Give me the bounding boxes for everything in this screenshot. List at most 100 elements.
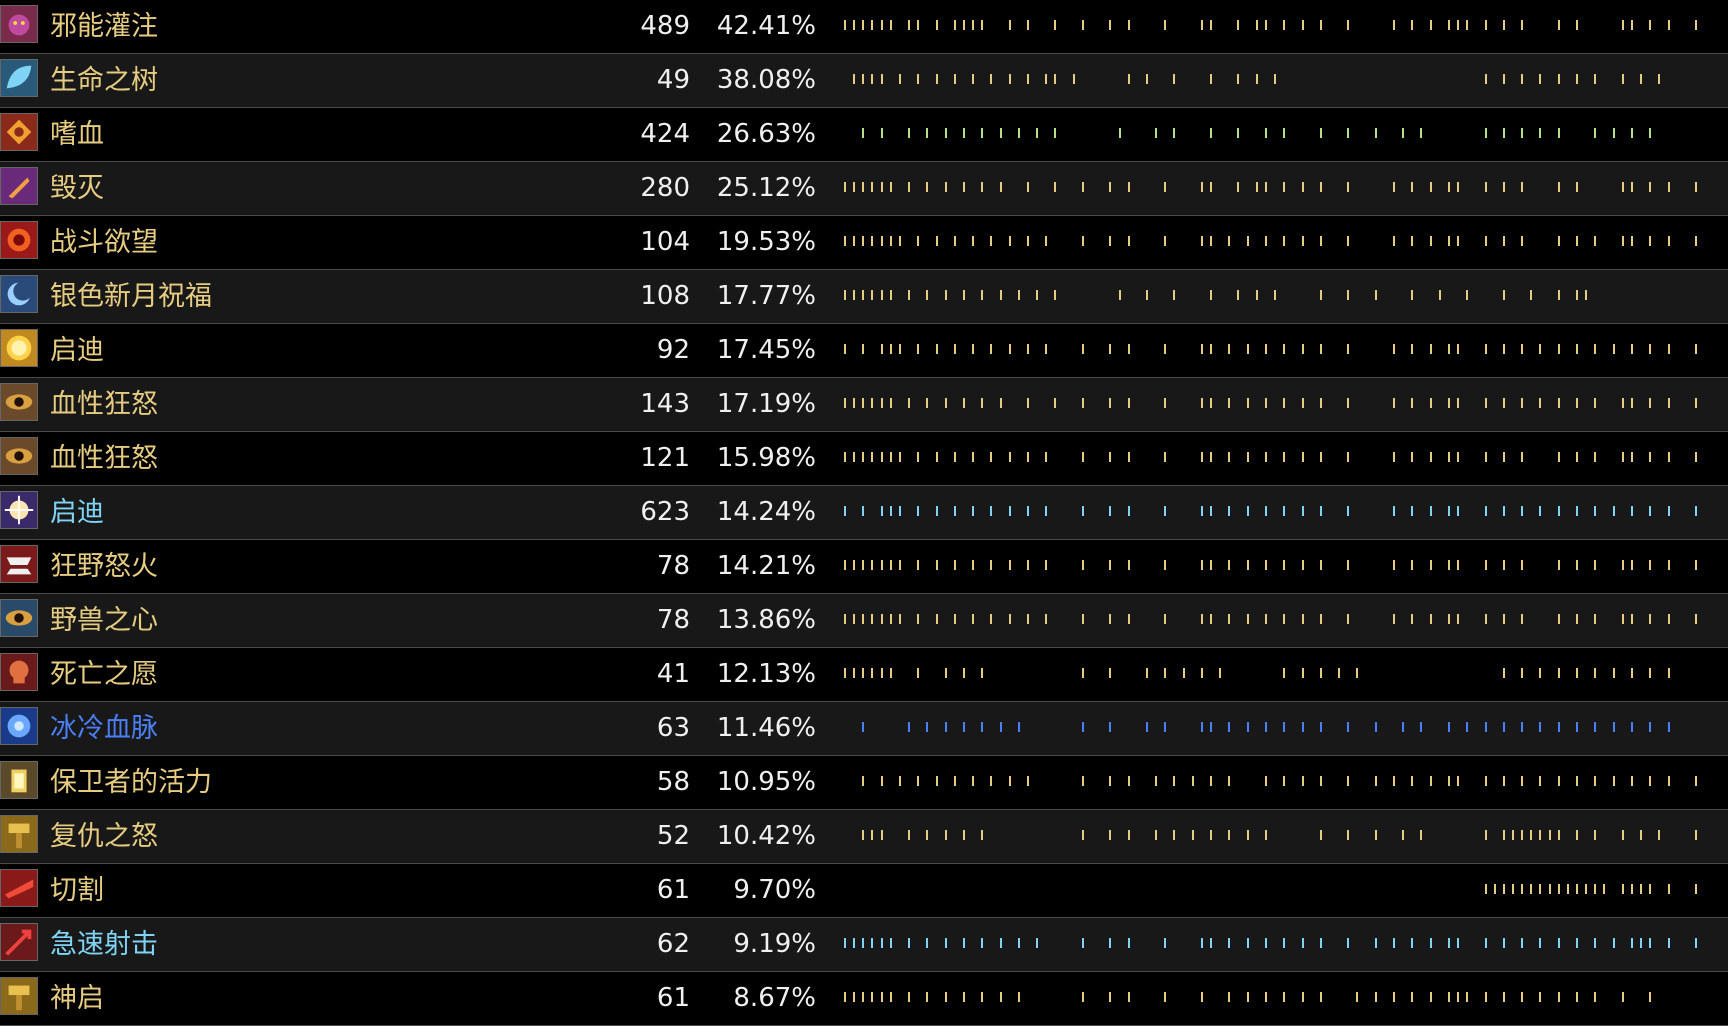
table-row[interactable]: 启迪 92 17.45% bbox=[0, 324, 1728, 378]
uptime-tick bbox=[1612, 344, 1615, 354]
uptime-tick bbox=[926, 398, 929, 408]
uptime-tick bbox=[1557, 74, 1560, 84]
uptime-timeline bbox=[840, 702, 1728, 755]
buff-name-link[interactable]: 嗜血 bbox=[50, 108, 104, 161]
table-row[interactable]: 启迪 623 14.24% bbox=[0, 486, 1728, 540]
uptime-tick bbox=[1502, 290, 1505, 300]
uptime-tick bbox=[1557, 506, 1560, 516]
uptime-tick bbox=[990, 344, 993, 354]
table-row[interactable]: 邪能灌注 489 42.41% bbox=[0, 0, 1728, 54]
uptime-tick bbox=[1667, 722, 1670, 732]
uptime-tick bbox=[1612, 776, 1615, 786]
uptime-tick bbox=[1502, 452, 1505, 462]
table-row[interactable]: 复仇之怒 52 10.42% bbox=[0, 810, 1728, 864]
uptime-tick bbox=[1539, 506, 1542, 516]
table-row[interactable]: 切割 61 9.70% bbox=[0, 864, 1728, 918]
uptime-tick bbox=[1530, 830, 1533, 840]
table-row[interactable]: 血性狂怒 121 15.98% bbox=[0, 432, 1728, 486]
uptime-tick bbox=[1402, 830, 1405, 840]
uptime-tick bbox=[1594, 128, 1597, 138]
buff-name-link[interactable]: 血性狂怒 bbox=[50, 432, 158, 485]
buff-name-link[interactable]: 野兽之心 bbox=[50, 594, 158, 647]
table-row[interactable]: 生命之树 49 38.08% bbox=[0, 54, 1728, 108]
uptime-tick bbox=[1521, 452, 1524, 462]
uptime-tick bbox=[1301, 344, 1304, 354]
uptime-tick bbox=[1283, 344, 1286, 354]
buff-name-link[interactable]: 复仇之怒 bbox=[50, 810, 158, 863]
uptime-tick bbox=[880, 74, 883, 84]
buff-name-link[interactable]: 生命之树 bbox=[50, 54, 158, 107]
table-row[interactable]: 野兽之心 78 13.86% bbox=[0, 594, 1728, 648]
buff-name-link[interactable]: 启迪 bbox=[50, 486, 104, 539]
uptime-tick bbox=[1283, 992, 1286, 1002]
table-row[interactable]: 嗜血 424 26.63% bbox=[0, 108, 1728, 162]
uptime-tick bbox=[1557, 236, 1560, 246]
dagger-icon bbox=[0, 167, 38, 205]
buff-name-link[interactable]: 急速射击 bbox=[50, 918, 158, 971]
table-row[interactable]: 死亡之愿 41 12.13% bbox=[0, 648, 1728, 702]
uptime-tick bbox=[1319, 668, 1322, 678]
uptime-tick bbox=[1191, 830, 1194, 840]
uptime-tick bbox=[1502, 344, 1505, 354]
uptime-tick bbox=[1621, 560, 1624, 570]
uptime-tick bbox=[1264, 560, 1267, 570]
buff-name-link[interactable]: 战斗欲望 bbox=[50, 216, 158, 269]
uptime-tick bbox=[1393, 992, 1395, 1002]
buff-name-link[interactable]: 狂野怒火 bbox=[50, 540, 158, 593]
uptime-tick bbox=[1081, 452, 1084, 462]
uptime-tick bbox=[862, 290, 865, 300]
uptime-tick bbox=[1164, 398, 1167, 408]
uptime-tick bbox=[1630, 398, 1633, 408]
uptime-tick bbox=[1447, 236, 1450, 246]
buff-name-link[interactable]: 死亡之愿 bbox=[50, 648, 158, 701]
uptime-tick bbox=[1630, 614, 1633, 624]
uptime-tick bbox=[1484, 938, 1487, 948]
buff-count: 489 bbox=[640, 11, 690, 41]
uptime-tick bbox=[871, 182, 874, 192]
uptime-tick bbox=[1210, 776, 1212, 786]
uptime-tick bbox=[1081, 992, 1084, 1002]
uptime-tick bbox=[1576, 560, 1578, 570]
table-row[interactable]: 保卫者的活力 58 10.95% bbox=[0, 756, 1728, 810]
uptime-tick bbox=[1640, 884, 1643, 894]
table-row[interactable]: 神启 61 8.67% bbox=[0, 972, 1728, 1026]
uptime-tick bbox=[1301, 668, 1304, 678]
uptime-percent: 38.08% bbox=[716, 65, 816, 95]
uptime-tick bbox=[1667, 560, 1670, 570]
table-row[interactable]: 冰冷血脉 63 11.46% bbox=[0, 702, 1728, 756]
uptime-tick bbox=[908, 992, 911, 1002]
table-row[interactable]: 银色新月祝福 108 17.77% bbox=[0, 270, 1728, 324]
uptime-tick bbox=[1264, 776, 1267, 786]
uptime-tick bbox=[1200, 614, 1203, 624]
buff-name-link[interactable]: 切割 bbox=[50, 864, 104, 917]
uptime-tick bbox=[908, 830, 911, 840]
buff-name-link[interactable]: 神启 bbox=[50, 972, 104, 1025]
table-row[interactable]: 血性狂怒 143 17.19% bbox=[0, 378, 1728, 432]
uptime-tick bbox=[1164, 614, 1167, 624]
uptime-tick bbox=[862, 20, 865, 30]
table-row[interactable]: 狂野怒火 78 14.21% bbox=[0, 540, 1728, 594]
uptime-tick bbox=[1374, 722, 1377, 732]
uptime-tick bbox=[1246, 614, 1249, 624]
uptime-tick bbox=[1027, 398, 1029, 408]
buff-name-link[interactable]: 邪能灌注 bbox=[50, 0, 158, 53]
buff-name-link[interactable]: 启迪 bbox=[50, 324, 104, 377]
uptime-tick bbox=[1228, 344, 1231, 354]
uptime-tick bbox=[1447, 722, 1450, 732]
buff-name-link[interactable]: 冰冷血脉 bbox=[50, 702, 158, 755]
table-row[interactable]: 战斗欲望 104 19.53% bbox=[0, 216, 1728, 270]
table-row[interactable]: 毁灭 280 25.12% bbox=[0, 162, 1728, 216]
uptime-tick bbox=[1521, 884, 1524, 894]
uptime-tick bbox=[1649, 398, 1652, 408]
uptime-tick bbox=[1557, 776, 1560, 786]
uptime-tick bbox=[1283, 128, 1286, 138]
uptime-tick bbox=[1594, 452, 1597, 462]
uptime-tick bbox=[889, 290, 892, 300]
table-row[interactable]: 急速射击 62 9.19% bbox=[0, 918, 1728, 972]
buff-name-link[interactable]: 血性狂怒 bbox=[50, 378, 158, 431]
buff-name-link[interactable]: 毁灭 bbox=[50, 162, 104, 215]
uptime-tick bbox=[1036, 128, 1039, 138]
buff-name-link[interactable]: 保卫者的活力 bbox=[50, 756, 212, 809]
buff-name-link[interactable]: 银色新月祝福 bbox=[50, 270, 212, 323]
uptime-tick bbox=[1164, 182, 1167, 192]
